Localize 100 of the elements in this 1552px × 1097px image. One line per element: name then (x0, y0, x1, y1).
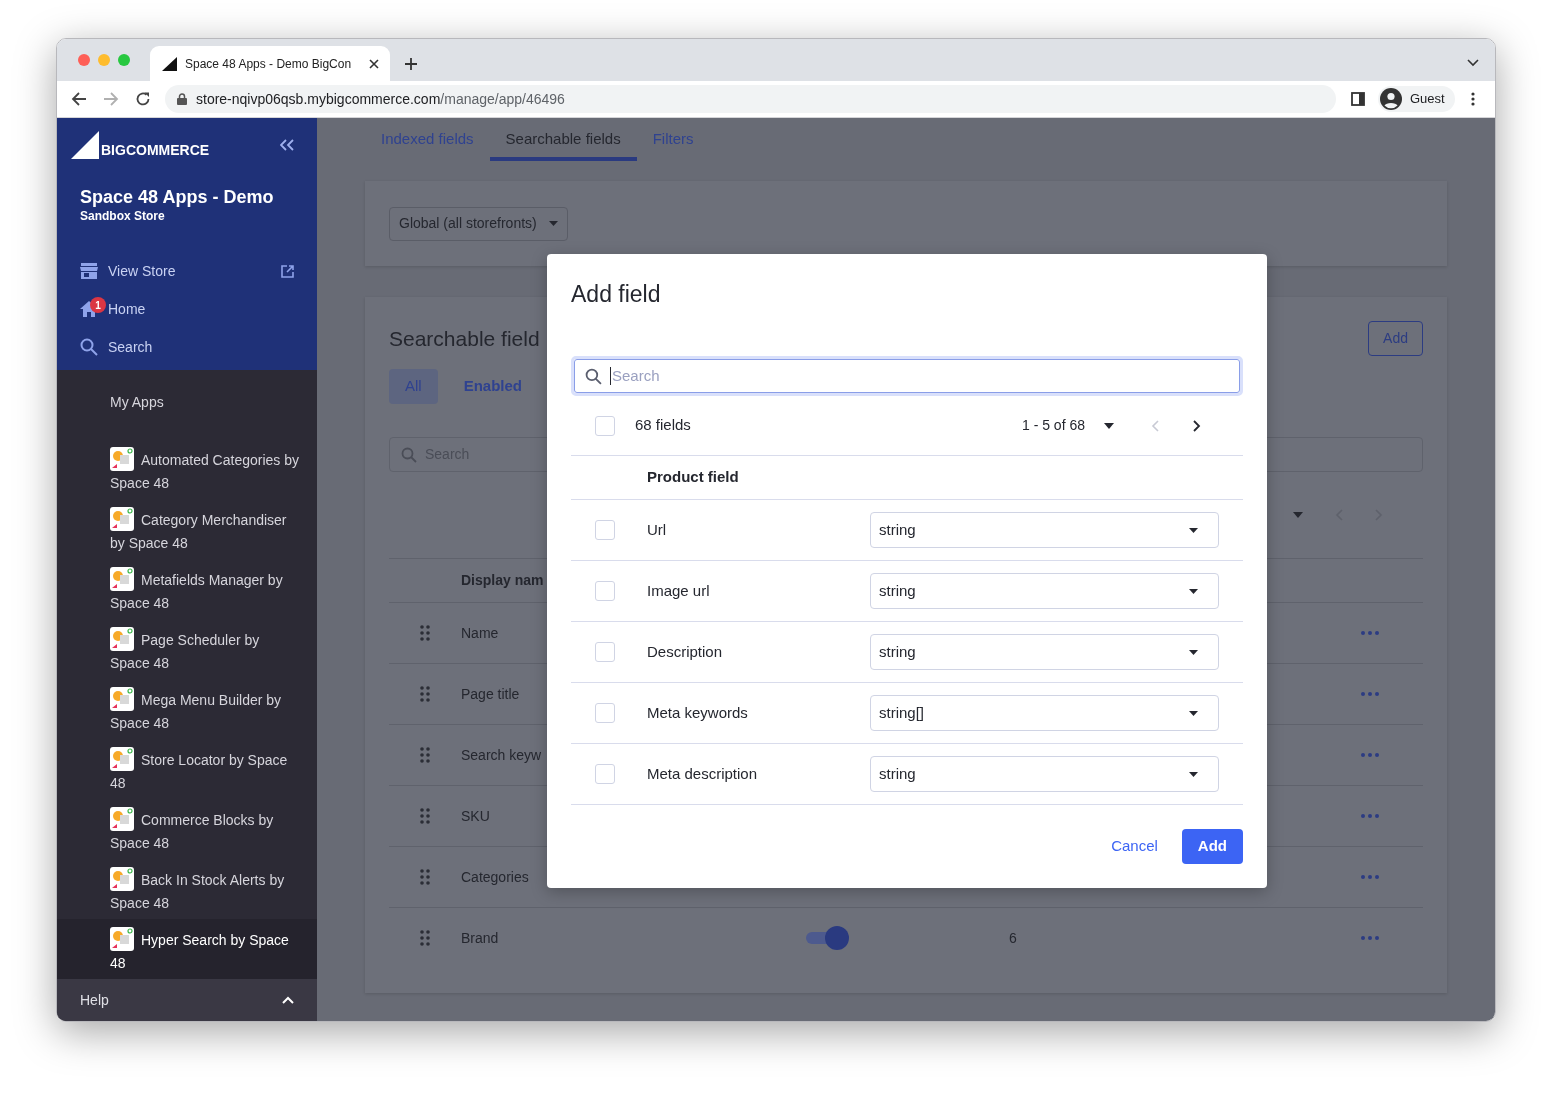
chevron-down-icon[interactable] (1467, 59, 1479, 67)
more-icon[interactable] (1361, 692, 1379, 696)
nav-item[interactable]: Search (80, 335, 294, 359)
app-link[interactable]: Category Merchandiser by Space 48 (110, 507, 301, 556)
drag-handle-icon[interactable] (419, 747, 431, 763)
brand-name[interactable]: BIGCOMMERCE (101, 141, 210, 159)
next-icon[interactable] (1193, 419, 1201, 432)
type-select[interactable]: string (870, 634, 1219, 670)
caret-down-icon (1189, 649, 1198, 655)
table-cell-text: 6 (1009, 928, 1018, 948)
page-range: 1 - 5 of 68 (1021, 416, 1085, 435)
close-icon[interactable] (369, 58, 379, 69)
column-header: Display nam (461, 571, 544, 590)
store-type: Sandbox Store (80, 208, 166, 225)
reload-icon[interactable] (135, 91, 151, 107)
caret-down-icon[interactable] (1104, 422, 1114, 429)
nav-item[interactable]: View Store (80, 259, 294, 283)
checkbox[interactable] (595, 520, 615, 540)
field-name: Image url (647, 580, 711, 601)
checkbox[interactable] (595, 764, 615, 784)
app-link[interactable]: Automated Categories by Space 48 (110, 447, 301, 496)
field-name: Page title (461, 684, 521, 704)
field-name: Url (647, 519, 668, 540)
field-name: Search keyw (461, 745, 543, 765)
close-window-button[interactable] (78, 54, 90, 66)
app-icon (110, 447, 134, 472)
field-name: Meta description (647, 763, 759, 784)
app-link[interactable]: Commerce Blocks by Space 48 (110, 807, 301, 856)
app-link[interactable]: Back In Stock Alerts by Space 48 (110, 867, 301, 916)
more-icon[interactable] (1361, 875, 1379, 879)
app-link[interactable]: Page Scheduler by Space 48 (110, 627, 301, 676)
caret-down-icon (1189, 771, 1198, 777)
more-icon[interactable] (1361, 936, 1379, 940)
external-link-icon[interactable] (281, 264, 294, 278)
minimize-window-button[interactable] (98, 54, 110, 66)
type-select[interactable]: string (870, 756, 1219, 792)
drag-handle-icon[interactable] (419, 930, 431, 946)
drag-handle-icon[interactable] (419, 625, 431, 641)
add-button[interactable]: Add (1181, 829, 1243, 864)
field-name: Meta keywords (647, 702, 749, 723)
browser-tab[interactable]: Space 48 Apps - Demo BigCon (150, 46, 390, 81)
column-header: Product field (647, 467, 739, 488)
checkbox[interactable] (595, 581, 615, 601)
lock-icon (177, 93, 187, 105)
back-icon[interactable] (71, 91, 87, 107)
menu-icon[interactable] (1470, 92, 1475, 106)
logo-icon[interactable] (71, 131, 99, 159)
app-link[interactable]: Store Locator by Space 48 (110, 747, 301, 796)
side-panel-icon[interactable] (1351, 92, 1365, 106)
store-icon (80, 263, 98, 279)
app-link[interactable]: Metafields Manager by Space 48 (110, 567, 301, 616)
drag-handle-icon[interactable] (419, 808, 431, 824)
app-icon (110, 567, 134, 592)
zoom-window-button[interactable] (118, 54, 130, 66)
app-icon (110, 807, 134, 832)
section-label[interactable]: My Apps (57, 393, 317, 412)
caret-down-icon (1189, 710, 1198, 716)
nav-item[interactable]: 1 Home (80, 297, 294, 321)
checkbox[interactable] (595, 415, 615, 436)
more-icon[interactable] (1361, 814, 1379, 818)
panel-title: Searchable field (389, 325, 540, 352)
more-icon[interactable] (1361, 631, 1379, 635)
type-select[interactable]: string (870, 573, 1219, 609)
help-bar[interactable]: Help (57, 979, 317, 1021)
forward-icon[interactable] (103, 91, 119, 107)
app-icon (110, 627, 134, 652)
dialog-title: Add field (571, 280, 662, 308)
app-icon (110, 747, 134, 772)
checkbox[interactable] (595, 703, 615, 723)
field-name: Categories (461, 867, 530, 887)
app-icon (110, 687, 134, 712)
chevron-up-icon (282, 996, 294, 1005)
type-select[interactable]: string (870, 512, 1219, 548)
app-icon (110, 507, 134, 532)
type-select[interactable]: string[] (870, 695, 1219, 731)
address-bar[interactable]: store-nqivp06qsb.mybigcommerce.com/manage/app/46496 (165, 85, 1336, 113)
search-icon (80, 338, 98, 356)
store-name: Space 48 Apps - Demo (80, 186, 275, 208)
caret-down-icon (1189, 527, 1198, 533)
new-tab-icon[interactable] (404, 57, 418, 71)
more-icon[interactable] (1361, 753, 1379, 757)
logo-icon (161, 55, 177, 72)
toggle-switch[interactable] (806, 926, 849, 950)
drag-handle-icon[interactable] (419, 686, 431, 702)
app-link[interactable]: Mega Menu Builder by Space 48 (110, 687, 301, 736)
field-name: Name (461, 623, 500, 643)
app-icon (110, 927, 134, 952)
cancel-button[interactable]: Cancel (1109, 835, 1160, 858)
notification-badge: 1 (90, 297, 106, 313)
app-icon (110, 867, 134, 892)
avatar-icon (1380, 88, 1402, 110)
field-name: SKU (461, 806, 491, 826)
profile-button[interactable]: Guest (1378, 86, 1455, 112)
collapse-icon[interactable] (280, 139, 294, 151)
checkbox[interactable] (595, 642, 615, 662)
search-icon (585, 367, 602, 385)
caret-down-icon (1189, 588, 1198, 594)
field-name: Brand (461, 928, 500, 948)
search-icon (401, 446, 417, 463)
drag-handle-icon[interactable] (419, 869, 431, 885)
